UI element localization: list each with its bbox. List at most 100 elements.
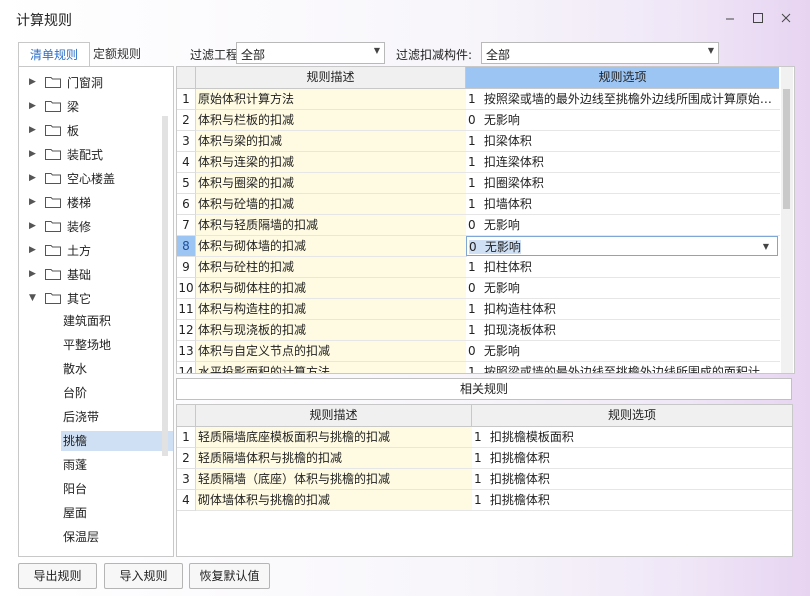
rule-option-cell[interactable]: 1 扣墙体积 [466,194,780,215]
chevron-right-icon[interactable]: ▶ [29,221,39,231]
row-number[interactable]: 5 [177,173,196,194]
related-option-cell[interactable]: 1 扣挑檐体积 [472,448,792,469]
row-number[interactable]: 13 [177,341,196,362]
option-number: 1 [468,323,476,337]
chevron-right-icon[interactable]: ▶ [29,77,39,87]
tree-scrollbar[interactable] [162,116,168,456]
rule-option-cell[interactable]: 1 按照梁或墙的最外边线至挑檐外边线所围成的面积计… [466,362,780,373]
chevron-right-icon[interactable]: ▶ [29,125,39,135]
related-option-cell[interactable]: 1 扣挑檐体积 [472,469,792,490]
rule-option-cell[interactable]: 1 扣梁体积 [466,131,780,152]
chevron-right-icon[interactable]: ▶ [29,197,39,207]
import-rules-button[interactable]: 导入规则 [104,563,183,589]
row-number[interactable]: 3 [177,469,196,490]
row-number[interactable]: 2 [177,110,196,131]
chevron-right-icon[interactable]: ▶ [29,245,39,255]
tree-leaf[interactable]: 散水 [61,359,173,379]
row-number[interactable]: 6 [177,194,196,215]
row-number[interactable]: 4 [177,152,196,173]
chevron-right-icon[interactable]: ▶ [29,149,39,159]
close-button[interactable] [776,8,796,28]
tree-leaf[interactable]: 阳台 [61,479,173,499]
option-number: 0 [468,344,476,358]
rule-option-cell[interactable]: 1 扣现浇板体积 [466,320,780,341]
tab-qingdan-rules[interactable]: 清单规则 [18,42,90,67]
rule-option-cell[interactable]: 0 无影响 [466,341,780,362]
rule-option-cell[interactable]: 1 扣圈梁体积 [466,173,780,194]
row-number[interactable]: 2 [177,448,196,469]
tree-folder[interactable]: ▶ 门窗洞 [19,70,159,94]
rule-description-cell: 水平投影面积的计算方法 [196,362,467,373]
minimize-button[interactable] [720,8,740,28]
row-number[interactable]: 8 [177,236,196,257]
rule-option-cell[interactable]: 1 扣连梁体积 [466,152,780,173]
tree-folder[interactable]: ▶ 土方 [19,238,159,262]
row-number[interactable]: 10 [177,278,196,299]
row-number[interactable]: 11 [177,299,196,320]
chevron-down-icon[interactable]: ▼ [763,237,769,255]
tree-leaf[interactable]: 保温层 [61,527,173,547]
export-rules-button[interactable]: 导出规则 [18,563,97,589]
rule-option-cell[interactable]: 1 按照梁或墙的最外边线至挑檐外边线所围成计算原始… [466,89,780,110]
option-number: 0 [468,218,476,232]
row-number-header [177,67,196,89]
row-number[interactable]: 3 [177,131,196,152]
rule-description-cell: 体积与梁的扣减 [196,131,467,152]
tree-leaf[interactable]: 挑檐 [61,431,173,451]
row-number[interactable]: 12 [177,320,196,341]
rule-option-cell[interactable]: 0 无影响 [466,278,780,299]
tree-folder[interactable]: ▶ 基础 [19,262,159,286]
row-number[interactable]: 7 [177,215,196,236]
tree-leaf[interactable]: 屋面 [61,503,173,523]
row-number[interactable]: 1 [177,89,196,110]
tree-folder-label: 梁 [67,99,80,114]
option-number: 1 [468,92,476,106]
tree-leaf[interactable]: 平整场地 [61,335,173,355]
chevron-down-icon[interactable]: ▼ [29,293,39,303]
tree-leaf[interactable]: 雨蓬 [61,455,173,475]
tree-leaf[interactable]: 台阶 [61,383,173,403]
option-number: 1 [474,451,482,465]
rule-description-cell: 体积与砌体墙的扣减 [196,236,467,257]
tree-folder[interactable]: ▶ 楼梯 [19,190,159,214]
tab-dinge-rules[interactable]: 定额规则 [82,42,152,66]
rules-table: 规则描述 规则选项 1 原始体积计算方法 1 按照梁或墙的最外边线至挑檐外边线所围成… [176,66,795,374]
tree-folder[interactable]: ▶ 装配式 [19,142,159,166]
header-rule-description[interactable]: 规则描述 [196,67,466,89]
rule-option-cell[interactable]: 0 无影响 [466,110,780,131]
tree-folder[interactable]: ▶ 装修 [19,214,159,238]
row-number[interactable]: 9 [177,257,196,278]
row-number[interactable]: 1 [177,427,196,448]
option-text: 扣构造柱体积 [483,302,556,316]
tree-folder[interactable]: ▶ 空心楼盖 [19,166,159,190]
related-rules-bar[interactable]: 相关规则 [176,378,792,400]
rules-table-scroll-thumb[interactable] [783,89,790,209]
row-number[interactable]: 14 [177,362,196,373]
rule-description-cell: 体积与砼柱的扣减 [196,257,467,278]
rule-option-cell[interactable]: 1 扣柱体积 [466,257,780,278]
row-number[interactable]: 4 [177,490,196,511]
tree-folder[interactable]: ▶ 板 [19,118,159,142]
tree-leaf[interactable]: 后浇带 [61,407,173,427]
option-text: 扣连梁体积 [483,155,544,169]
rule-option-combo[interactable]: 0 无影响 ▼ [466,236,778,256]
related-header-description[interactable]: 规则描述 [196,405,472,427]
related-header-option[interactable]: 规则选项 [472,405,792,427]
rule-option-cell[interactable]: 1 扣构造柱体积 [466,299,780,320]
filter-component-combo[interactable]: 全部 ▼ [481,42,719,64]
tree-leaf[interactable]: 建筑面积 [61,311,173,331]
rule-option-cell[interactable]: 0 无影响 [466,215,780,236]
filter-project-combo[interactable]: 全部 ▼ [236,42,385,64]
chevron-right-icon[interactable]: ▶ [29,173,39,183]
chevron-right-icon[interactable]: ▶ [29,269,39,279]
tree-folder[interactable]: ▼ 其它 [19,286,159,310]
header-rule-option[interactable]: 规则选项 [466,67,779,89]
chevron-right-icon[interactable]: ▶ [29,101,39,111]
related-option-cell[interactable]: 1 扣挑檐体积 [472,490,792,511]
tree-folder[interactable]: ▶ 梁 [19,94,159,118]
maximize-button[interactable] [748,8,768,28]
restore-defaults-button[interactable]: 恢复默认值 [189,563,270,589]
window-title: 计算规则 [16,13,72,29]
related-option-cell[interactable]: 1 扣挑檐模板面积 [472,427,792,448]
chevron-down-icon: ▼ [373,46,380,55]
